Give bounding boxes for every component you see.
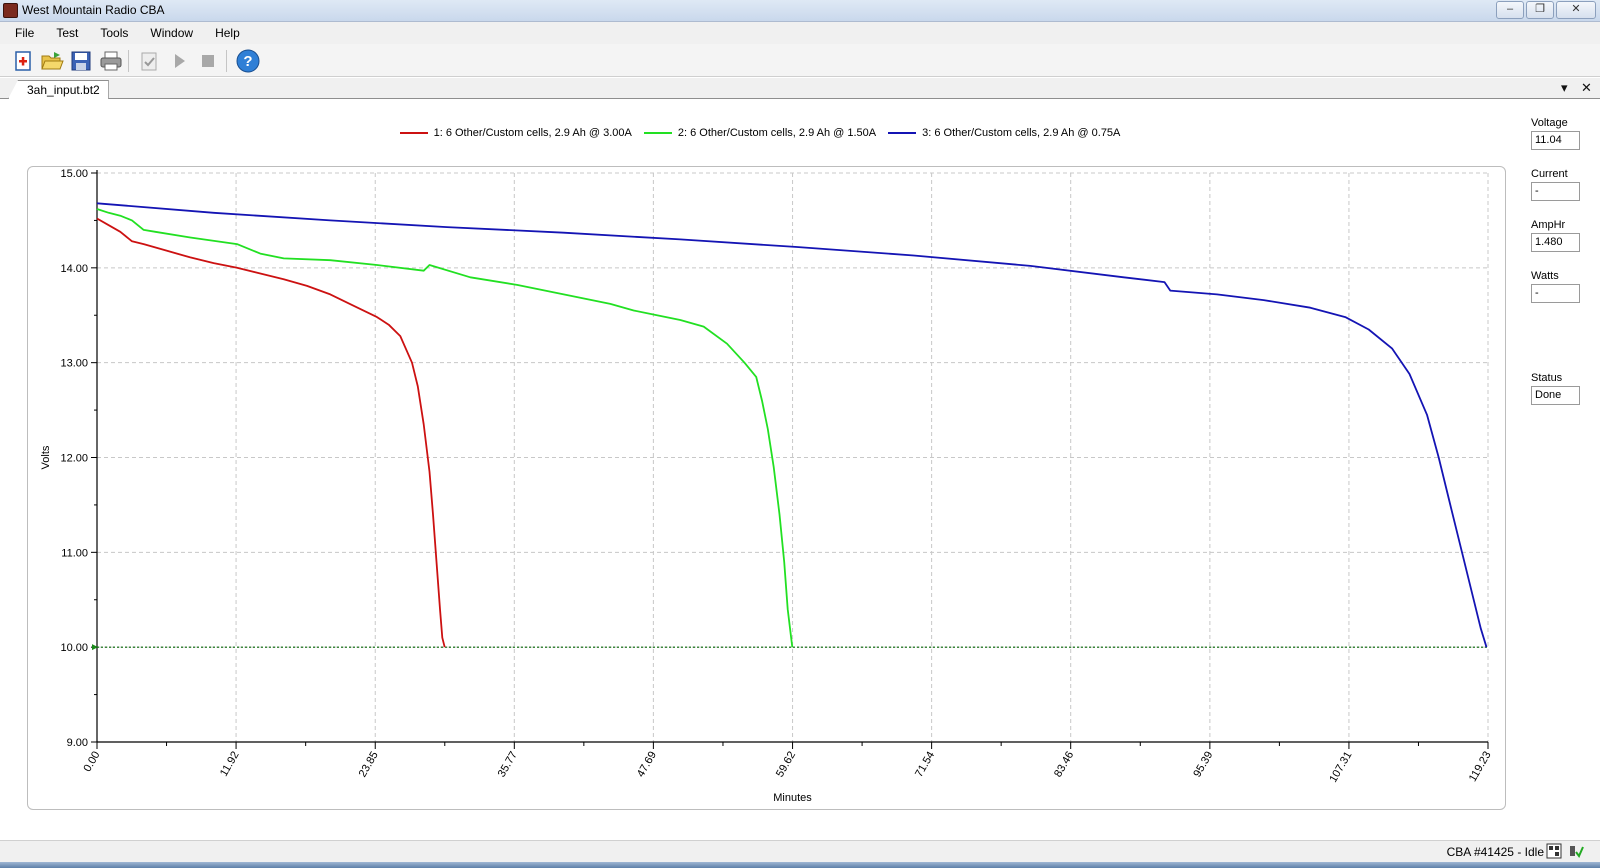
watts-field: - xyxy=(1531,284,1580,303)
taskbar xyxy=(0,862,1600,868)
y-axis-label: Volts xyxy=(40,445,52,469)
status-label: Status xyxy=(1531,372,1563,384)
y-tick-label: 9.00 xyxy=(67,737,88,749)
y-tick-label: 15.00 xyxy=(60,168,88,180)
current-field: - xyxy=(1531,182,1580,201)
x-tick-label: 0.00 xyxy=(81,750,102,775)
current-group: Current - xyxy=(1531,168,1591,201)
current-label: Current xyxy=(1531,168,1568,180)
x-tick-label: 83.46 xyxy=(1052,750,1076,780)
tab-close-icon[interactable]: ✕ xyxy=(1581,80,1592,96)
y-tick-label: 14.00 xyxy=(60,263,88,275)
y-tick-label: 10.00 xyxy=(60,642,88,654)
y-tick-label: 11.00 xyxy=(61,547,88,559)
y-tick-label: 12.00 xyxy=(60,453,88,465)
device-icon xyxy=(1546,843,1562,859)
x-tick-label: 47.69 xyxy=(635,750,659,780)
series-line-2 xyxy=(96,208,794,648)
connected-icon xyxy=(1570,846,1584,858)
x-tick-label: 59.62 xyxy=(774,750,798,780)
status-field: Done xyxy=(1531,386,1580,405)
x-tick-label: 11.92 xyxy=(218,750,242,779)
close-button[interactable]: ✕ xyxy=(1556,1,1596,19)
restore-button[interactable]: ❐ xyxy=(1526,1,1554,19)
x-tick-label: 35.77 xyxy=(496,750,520,780)
status-bar: CBA #41425 - Idle xyxy=(0,840,1600,862)
x-tick-label: 95.39 xyxy=(1191,750,1215,780)
status-text: CBA #41425 - Idle xyxy=(1446,845,1544,859)
watts-label: Watts xyxy=(1531,270,1559,282)
voltage-field: 11.04 xyxy=(1531,131,1580,150)
status-group: Status Done xyxy=(1531,372,1591,405)
x-tick-label: 119.23 xyxy=(1467,750,1494,784)
series-line-1 xyxy=(96,217,446,648)
series-line-3 xyxy=(96,202,1488,648)
voltage-group: Voltage 11.04 xyxy=(1531,117,1591,150)
x-axis-label: Minutes xyxy=(773,792,812,804)
x-tick-label: 71.54 xyxy=(913,750,937,780)
x-tick-label: 23.85 xyxy=(357,750,381,780)
tab-dropdown-icon[interactable]: ▾ xyxy=(1561,80,1568,96)
voltage-label: Voltage xyxy=(1531,117,1568,129)
amphr-field: 1.480 xyxy=(1531,233,1580,252)
amphr-label: AmpHr xyxy=(1531,219,1566,231)
x-tick-label: 107.31 xyxy=(1327,750,1354,785)
amphr-group: AmpHr 1.480 xyxy=(1531,219,1591,252)
discharge-chart[interactable]: 0.00 11.92 23.85 35.77 47.69 59.62 71.54 83.46 9… xyxy=(0,0,1520,830)
watts-group: Watts - xyxy=(1531,270,1591,303)
y-tick-label: 13.00 xyxy=(60,358,88,370)
